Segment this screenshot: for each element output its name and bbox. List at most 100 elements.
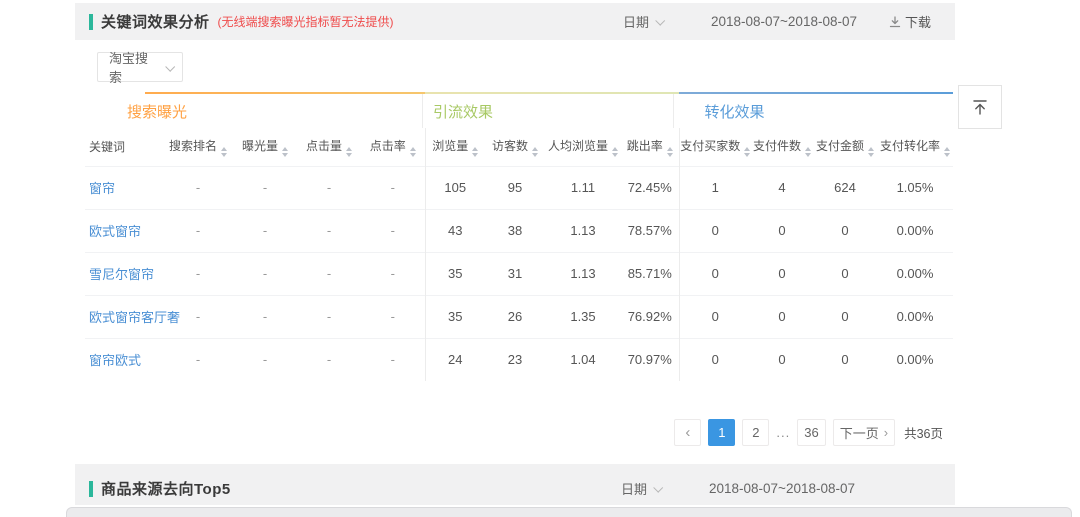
column-header-5[interactable]: 浏览量 — [425, 128, 485, 166]
sort-icon[interactable] — [667, 147, 673, 157]
chevron-right-icon: › — [884, 425, 888, 440]
sort-icon[interactable] — [532, 147, 538, 157]
column-header-7[interactable]: 人均浏览量 — [545, 128, 621, 166]
sort-icon[interactable] — [346, 147, 352, 157]
cell: 26 — [485, 295, 545, 338]
next-panel-top-edge — [66, 507, 1072, 517]
date-range-value: 2018-08-07~2018-08-07 — [709, 481, 855, 496]
cell: 0 — [751, 295, 813, 338]
keyword-link[interactable]: 窗帘欧式 — [89, 353, 141, 368]
download-label: 下载 — [905, 12, 931, 31]
date-filter-dropdown[interactable]: 日期 — [623, 12, 663, 31]
cell: 24 — [425, 338, 485, 381]
cell: 624 — [813, 166, 877, 209]
cell: - — [361, 338, 425, 381]
column-header-3[interactable]: 点击量 — [297, 128, 361, 166]
cell: 0.00% — [877, 338, 953, 381]
cell: 1.35 — [545, 295, 621, 338]
sort-icon[interactable] — [282, 147, 288, 157]
sort-icon[interactable] — [744, 147, 750, 157]
cell: 4 — [751, 166, 813, 209]
sort-icon[interactable] — [410, 147, 416, 157]
keyword-link[interactable]: 窗帘 — [89, 181, 115, 196]
section2-title: 商品来源去向Top5 — [101, 478, 231, 499]
section1-header: 关键词效果分析 (无线端搜索曝光指标暂无法提供) 日期 2018-08-07~2… — [75, 3, 955, 40]
pagination-page-2[interactable]: 2 — [742, 419, 769, 446]
sort-icon[interactable] — [944, 147, 950, 157]
cell: 85.71% — [621, 252, 679, 295]
keyword-link[interactable]: 欧式窗帘 — [89, 224, 141, 239]
cell: 0 — [751, 252, 813, 295]
group-conversion-effect: 转化效果 — [673, 94, 945, 128]
cell: - — [297, 209, 361, 252]
cell: 31 — [485, 252, 545, 295]
column-label: 点击率 — [370, 139, 406, 153]
column-header-6[interactable]: 访客数 — [485, 128, 545, 166]
table-row: 窗帘欧式----24231.0470.97%0000.00% — [85, 338, 953, 381]
group-header-row: 搜索曝光 引流效果 转化效果 — [85, 94, 945, 128]
date-filter-dropdown[interactable]: 日期 — [621, 479, 661, 498]
pagination-prev[interactable]: ‹ — [674, 419, 701, 446]
column-label: 支付件数 — [753, 139, 801, 153]
group-traffic-effect: 引流效果 — [422, 94, 674, 128]
table-row: 窗帘----105951.1172.45%146241.05% — [85, 166, 953, 209]
cell: 0 — [751, 338, 813, 381]
column-header-10[interactable]: 支付件数 — [751, 128, 813, 166]
accent-bar — [89, 481, 93, 497]
keyword-cell: 欧式窗帘客厅奢 — [85, 295, 163, 338]
pagination-next[interactable]: 下一页› — [833, 419, 895, 446]
column-header-9[interactable]: 支付买家数 — [679, 128, 751, 166]
column-label: 点击量 — [306, 139, 342, 153]
cell: 0 — [679, 338, 751, 381]
column-label: 支付买家数 — [680, 139, 740, 153]
cell: - — [233, 209, 297, 252]
sort-icon[interactable] — [221, 147, 227, 157]
keyword-cell: 窗帘欧式 — [85, 338, 163, 381]
cell: - — [163, 252, 233, 295]
section2-header-right: 日期 2018-08-07~2018-08-07 — [621, 479, 955, 498]
sort-icon[interactable] — [612, 147, 618, 157]
cell: - — [163, 166, 233, 209]
cell: 0 — [813, 252, 877, 295]
download-button[interactable]: 下载 — [889, 12, 931, 31]
download-icon — [889, 16, 901, 28]
cell: 78.57% — [621, 209, 679, 252]
table-row: 欧式窗帘客厅奢----35261.3576.92%0000.00% — [85, 295, 953, 338]
cell: 0 — [679, 209, 751, 252]
cell: 0 — [679, 252, 751, 295]
column-label: 搜索排名 — [169, 139, 217, 153]
column-header-11[interactable]: 支付金额 — [813, 128, 877, 166]
channel-select[interactable]: 淘宝搜索 — [97, 52, 183, 82]
keyword-cell: 欧式窗帘 — [85, 209, 163, 252]
pagination-page-36[interactable]: 36 — [797, 419, 825, 446]
cell: 0 — [813, 338, 877, 381]
cell: 0 — [679, 295, 751, 338]
cell: 38 — [485, 209, 545, 252]
back-to-top-button[interactable] — [958, 85, 1002, 129]
sort-icon[interactable] — [472, 147, 478, 157]
pagination-page-1[interactable]: 1 — [708, 419, 735, 446]
sort-icon[interactable] — [868, 147, 874, 157]
keyword-link[interactable]: 雪尼尔窗帘 — [89, 267, 154, 282]
column-label: 浏览量 — [432, 139, 468, 153]
sort-icon[interactable] — [805, 147, 811, 157]
cell: - — [163, 338, 233, 381]
cell: - — [361, 209, 425, 252]
cell: 35 — [425, 295, 485, 338]
cell: 1 — [679, 166, 751, 209]
column-header-2[interactable]: 曝光量 — [233, 128, 297, 166]
keyword-link[interactable]: 欧式窗帘客厅奢 — [89, 310, 180, 325]
table-row: 雪尼尔窗帘----35311.1385.71%0000.00% — [85, 252, 953, 295]
column-header-1[interactable]: 搜索排名 — [163, 128, 233, 166]
column-label: 支付金额 — [816, 139, 864, 153]
column-header-4[interactable]: 点击率 — [361, 128, 425, 166]
section1-note: (无线端搜索曝光指标暂无法提供) — [218, 13, 394, 30]
cell: 70.97% — [621, 338, 679, 381]
column-header-8[interactable]: 跳出率 — [621, 128, 679, 166]
chevron-down-icon — [653, 483, 663, 493]
cell: 105 — [425, 166, 485, 209]
cell: - — [361, 166, 425, 209]
column-header-12[interactable]: 支付转化率 — [877, 128, 953, 166]
table-row: 欧式窗帘----43381.1378.57%0000.00% — [85, 209, 953, 252]
cell: 1.11 — [545, 166, 621, 209]
